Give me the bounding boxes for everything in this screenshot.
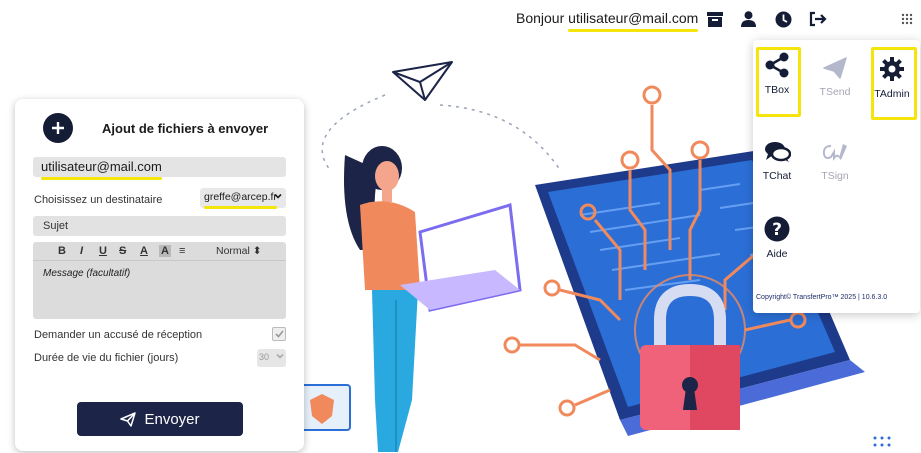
app-name: TSend — [819, 86, 851, 98]
app-name: Aide — [766, 248, 788, 260]
svg-text:?: ? — [772, 220, 782, 240]
receipt-checkbox[interactable] — [272, 327, 286, 341]
chat-icon — [765, 142, 791, 162]
text-style-select[interactable]: Normal ⬍ — [216, 245, 262, 257]
person-illustration — [344, 146, 522, 452]
user-email-display: utilisateur@mail.com — [568, 10, 699, 32]
lifespan-select[interactable]: 30 — [257, 349, 286, 367]
app-aide[interactable]: ? Aide — [757, 216, 797, 260]
add-files-button[interactable] — [43, 113, 73, 143]
history-icon[interactable] — [773, 9, 793, 29]
logout-icon[interactable] — [808, 9, 828, 29]
user-icon[interactable] — [738, 9, 758, 29]
plus-icon — [52, 122, 64, 134]
bold-button[interactable]: B — [58, 245, 66, 257]
highlight-underline — [568, 29, 699, 32]
receipt-label: Demander un accusé de réception — [34, 329, 203, 341]
up-down-chevron-icon: ⬍ — [252, 245, 262, 257]
recipient-label: Choisissez un destinataire — [34, 194, 163, 206]
app-tchat[interactable]: TChat — [757, 140, 797, 182]
paper-plane-icon — [823, 57, 847, 79]
chevron-down-icon — [274, 193, 282, 199]
italic-button[interactable]: I — [80, 245, 83, 257]
message-placeholder: Message (facultatif) — [43, 268, 131, 279]
recipient-select[interactable]: greffe@arcep.fr — [200, 188, 286, 209]
signature-icon — [822, 144, 847, 161]
send-label: Envoyer — [144, 410, 200, 428]
app-tsend[interactable]: TSend — [814, 56, 856, 98]
highlight-underline — [204, 206, 277, 209]
greeting: Bonjour utilisateur@mail.com — [516, 10, 699, 32]
help-icon: ? — [764, 216, 790, 242]
chevron-down-icon — [276, 353, 284, 359]
highlight-underline — [41, 177, 162, 180]
align-button[interactable]: ≡ — [179, 245, 185, 257]
font-color-button[interactable]: A — [140, 245, 148, 257]
form-title: Ajout de fichiers à envoyer — [102, 121, 269, 136]
highlight-box — [871, 47, 917, 120]
app-tsign[interactable]: TSign — [814, 140, 856, 182]
copyright-text: Copyright© TransfertPro™ 2025 | 10.6.3.0 — [756, 294, 888, 301]
editor-toolbar: B I U S A A ≡ Normal ⬍ — [33, 242, 286, 261]
paper-plane-illustration — [392, 61, 453, 101]
top-bar: Bonjour utilisateur@mail.com — [0, 0, 921, 38]
apps-grid-icon[interactable] — [897, 9, 917, 29]
subject-input[interactable]: Sujet — [33, 216, 286, 236]
app-name: TSign — [821, 170, 849, 182]
strikethrough-button[interactable]: S — [119, 245, 126, 257]
underline-button[interactable]: U — [99, 245, 107, 257]
archive-icon[interactable] — [705, 9, 725, 29]
paper-plane-icon — [120, 411, 137, 427]
message-editor[interactable]: B I U S A A ≡ Normal ⬍ Message (facultat… — [33, 242, 286, 319]
greeting-prefix: Bonjour — [516, 10, 565, 26]
highlight-color-button[interactable]: A — [159, 245, 171, 257]
app-name: TChat — [762, 170, 792, 182]
lifespan-label: Durée de vie du fichier (jours) — [34, 352, 179, 364]
highlight-box — [756, 47, 801, 117]
sender-email-field[interactable]: utilisateur@mail.com — [33, 157, 286, 180]
send-button[interactable]: Envoyer — [77, 402, 243, 436]
check-icon — [274, 330, 284, 338]
